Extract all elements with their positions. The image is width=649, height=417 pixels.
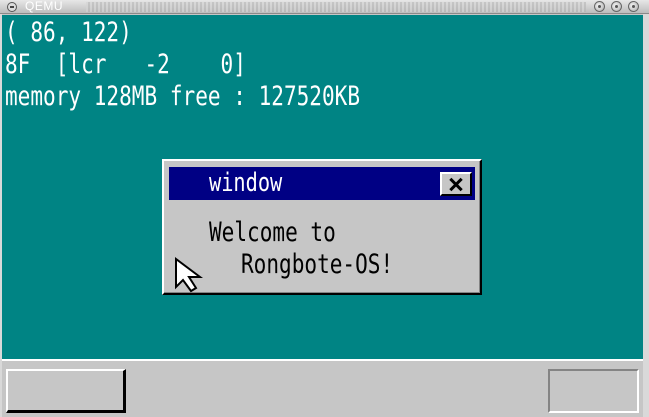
welcome-window[interactable]: window Welcome to Rongbote-OS! [162,159,482,295]
keyboard-status-text: 8F [lcr -2 0] [5,49,246,80]
qemu-title-bar[interactable]: QEMU [0,0,649,14]
taskbar [2,359,643,417]
close-window-icon[interactable] [628,1,639,12]
minimize-icon[interactable] [594,1,605,12]
window-title-bar[interactable]: window [169,167,475,200]
qemu-right-border [643,14,649,417]
title-bar-grip [86,2,586,12]
mouse-coordinates-text: ( 86, 122) [5,17,132,48]
window-title: window [209,168,283,198]
start-button[interactable] [6,369,126,413]
welcome-message-line1: Welcome to [209,217,336,248]
system-tray [548,369,639,413]
welcome-message-line2: Rongbote-OS! [241,249,394,280]
maximize-icon[interactable] [611,1,622,12]
qemu-window-title: QEMU [25,0,63,13]
mouse-pointer-icon [175,257,203,293]
window-menu-icon[interactable] [7,2,17,12]
close-icon[interactable] [440,172,472,196]
memory-info-text: memory 128MB free : 127520KB [5,81,361,112]
